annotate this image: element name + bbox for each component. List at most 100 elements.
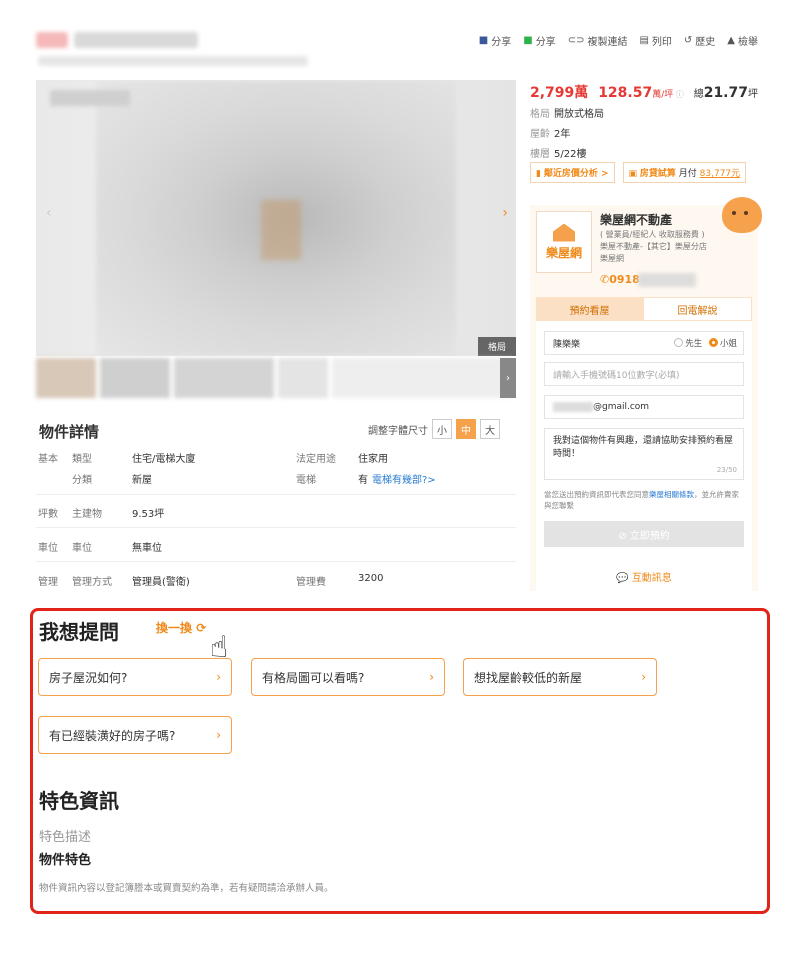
title-badge-blurred (36, 32, 68, 48)
refresh-icon: ⟳ (196, 621, 207, 635)
info-icon[interactable]: ⓘ (673, 90, 684, 99)
message-textarea[interactable]: 我對這個物件有興趣，還請協助安排預約看屋時間！ 23/50 (544, 428, 744, 480)
message-value: 我對這個物件有興趣，還請協助安排預約看屋時間！ (553, 436, 734, 459)
question-label: 房子屋況如何? (49, 670, 128, 685)
email-domain: @gmail.com (593, 402, 650, 412)
email-user-blurred (553, 402, 593, 412)
history-button[interactable]: ↺ 歷史 (684, 33, 715, 48)
listing-address-blurred (38, 56, 308, 66)
booking-form: 陳樂樂 先生 小姐 請輸入手機號碼10位數字(必填) @gmail.com 我對… (536, 321, 752, 591)
details-title: 物件詳情 (39, 423, 100, 441)
thumbnail[interactable] (174, 358, 274, 398)
divider (36, 527, 516, 528)
message-count: 23/50 (716, 466, 737, 474)
question-button[interactable]: 想找屋齡較低的新屋 › (463, 658, 657, 696)
gender-mr-radio[interactable]: 先生 (674, 338, 702, 349)
question-button[interactable]: 房子屋況如何? › (38, 658, 232, 696)
terms-link[interactable]: 樂屋相關條款 (649, 490, 694, 499)
thumbnail[interactable] (332, 358, 512, 398)
thumbnail[interactable] (278, 358, 328, 398)
share-toolbar: ■ 分享 ■ 分享 ⊂⊃ 複製連結 ▤ 列印 ↺ 歷史 ▲ 檢舉 (479, 33, 758, 48)
shuffle-questions-button[interactable]: 換一換 ⟳ (156, 619, 206, 636)
detail-label: 主建物 (72, 509, 102, 520)
chevron-right-icon: › (216, 728, 221, 742)
highlight-frame (30, 608, 770, 914)
gender-label: 小姐 (719, 339, 737, 349)
radio-icon (674, 338, 684, 347)
font-size-control: 調整字體尺寸 小 中 大 (368, 419, 500, 439)
photo-prev-arrow-icon[interactable]: ‹ (46, 205, 52, 221)
detail-value: 3200 (358, 573, 384, 584)
nearby-price-label: 鄰近房價分析 > (543, 169, 609, 179)
submit-booking-button[interactable]: ⊘ 立即預約 (544, 521, 744, 547)
detail-value: 管理員(警衛) (132, 577, 190, 588)
question-label: 想找屋齡較低的新屋 (474, 670, 583, 685)
detail-value: 9.53坪 (132, 509, 165, 520)
interactive-message-link[interactable]: 💬 互動訊息 (536, 569, 752, 584)
mortgage-label: 房貸試算 (639, 169, 676, 179)
question-button[interactable]: 有格局圖可以看嗎? › (251, 658, 445, 696)
features-title: 特色資訊 (39, 789, 119, 813)
detail-label: 類型 (72, 454, 92, 465)
divider (36, 561, 516, 562)
info-label: 格局 (530, 109, 550, 120)
chat-icon: 💬 (616, 573, 632, 584)
font-size-small-button[interactable]: 小 (432, 419, 452, 439)
detail-value: 新屋 (132, 475, 152, 486)
share-facebook-button[interactable]: ■ 分享 (479, 33, 511, 48)
detail-value: 有 (358, 475, 368, 486)
phone-input[interactable]: 請輸入手機號碼10位數字(必填) (544, 362, 744, 386)
share-line-button[interactable]: ■ 分享 (523, 33, 555, 48)
photo-door-detail (261, 200, 301, 260)
copy-link-button[interactable]: ⊂⊃ 複製連結 (568, 33, 628, 48)
mortgage-calculator-button[interactable]: ▣ 房貸試算 月付 83,777元 (622, 162, 747, 183)
ask-section-title: 我想提問 (39, 620, 119, 644)
history-icon: ↺ (683, 35, 693, 46)
detail-group: 管理 (38, 577, 58, 588)
elevator-count-link[interactable]: 電梯有幾部?> (372, 471, 436, 486)
name-field[interactable]: 陳樂樂 先生 小姐 (544, 331, 744, 355)
detail-label: 車位 (72, 543, 92, 554)
radio-checked-icon (708, 338, 718, 347)
detail-group: 基本 (38, 454, 58, 465)
features-subtitle: 物件特色 (39, 853, 92, 868)
name-value: 陳樂樂 (553, 339, 581, 350)
chevron-right-icon: › (429, 670, 434, 684)
thumbnail[interactable] (36, 358, 96, 398)
mortgage-prefix: 月付 (678, 169, 697, 179)
area-prefix: 總 (693, 89, 704, 100)
features-disclaimer: 物件資訊內容以登記簿謄本或買賣契約為準，若有疑問請洽承辦人員。 (39, 883, 334, 894)
email-field[interactable]: @gmail.com (544, 395, 744, 419)
listing-title-blurred (74, 32, 198, 48)
main-photo[interactable]: ‹ › 格局 (36, 80, 516, 356)
house-icon (553, 223, 575, 242)
unit-price-label: 萬/坪 (652, 90, 674, 100)
question-button[interactable]: 有已經裝潢好的房子嗎? › (38, 716, 232, 754)
detail-label: 管理方式 (72, 577, 112, 588)
info-value: 5/22樓 (554, 149, 587, 160)
link-icon: ⊂⊃ (567, 35, 585, 46)
thumbnail[interactable] (100, 358, 170, 398)
font-size-label: 調整字體尺寸 (368, 425, 428, 437)
unit-price: 128.57 (598, 85, 653, 101)
gender-ms-radio[interactable]: 小姐 (708, 338, 737, 349)
layout-tag[interactable]: 格局 (477, 337, 516, 356)
detail-label: 法定用途 (296, 454, 336, 465)
print-button[interactable]: ▤ 列印 (639, 33, 671, 48)
nearby-price-analysis-button[interactable]: ▮ 鄰近房價分析 > (530, 162, 615, 183)
facebook-icon: ■ (478, 35, 489, 46)
detail-group: 車位 (38, 543, 58, 554)
font-size-medium-button[interactable]: 中 (456, 419, 476, 439)
report-button[interactable]: ▲ 檢舉 (727, 33, 758, 48)
agency-logo: 樂屋網 (536, 211, 592, 273)
detail-group: 坪數 (38, 509, 58, 520)
font-size-large-button[interactable]: 大 (480, 419, 500, 439)
tab-callback[interactable]: 回電解說 (643, 297, 752, 321)
area-unit: 坪 (748, 89, 758, 100)
tab-book-viewing[interactable]: 預約看屋 (536, 297, 643, 321)
info-value: 2年 (554, 129, 571, 140)
photo-next-arrow-icon[interactable]: › (502, 205, 508, 221)
thumbnail-next-button[interactable]: › (500, 358, 516, 398)
chat-label: 互動訊息 (631, 573, 672, 584)
price-tools: ▮ 鄰近房價分析 > ▣ 房貸試算 月付 83,777元 (530, 162, 747, 183)
